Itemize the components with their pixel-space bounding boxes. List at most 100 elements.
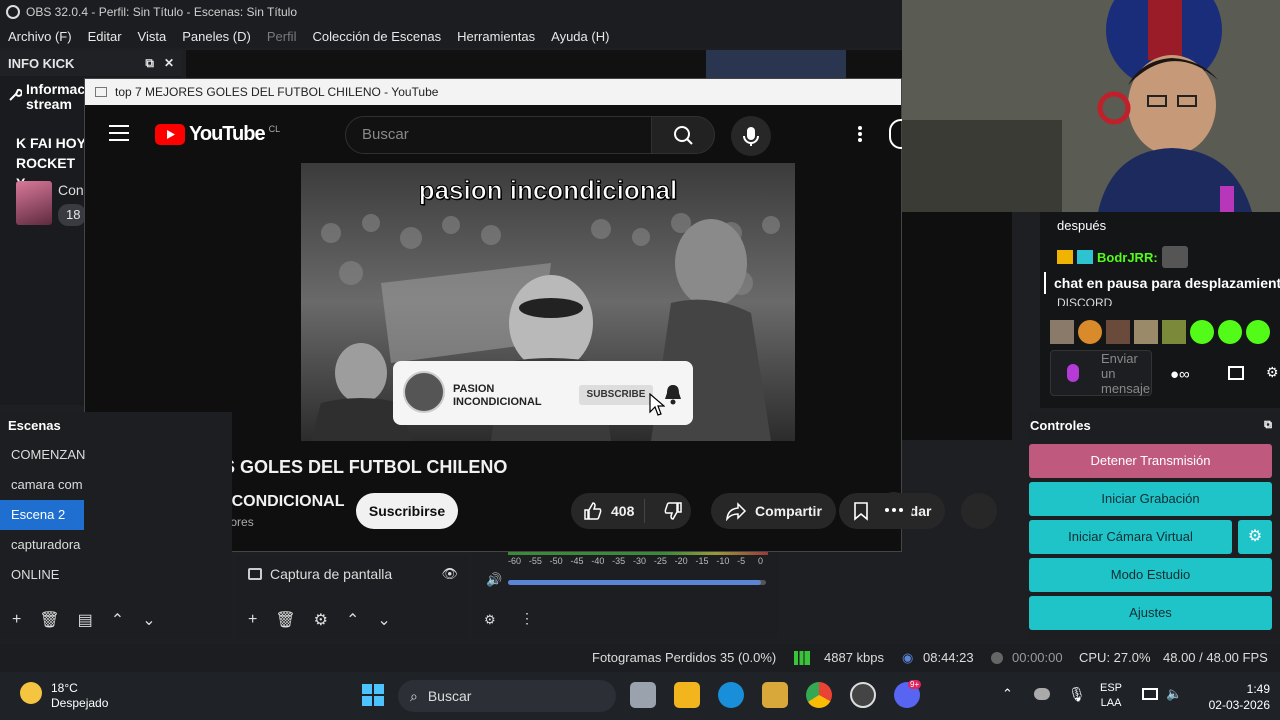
emote-3-icon[interactable]: [1106, 320, 1130, 344]
chat-settings-icon[interactable]: ⚙: [1266, 364, 1279, 381]
youtube-search-input[interactable]: Buscar: [345, 116, 653, 154]
store-app-icon[interactable]: [762, 682, 788, 708]
eye-icon[interactable]: 👁: [441, 566, 458, 582]
window-icon: [95, 87, 107, 97]
dislike-button[interactable]: [653, 501, 683, 521]
emote-5-icon[interactable]: [1162, 320, 1186, 344]
file-explorer-icon[interactable]: [674, 682, 700, 708]
chevron-up-icon[interactable]: ⌃: [111, 610, 124, 630]
youtube-logo[interactable]: YouTube CL: [155, 123, 280, 146]
emote-7-icon[interactable]: [1218, 320, 1242, 344]
network-icon[interactable]: [1142, 688, 1158, 700]
add-source-icon[interactable]: +: [248, 611, 257, 629]
chat-discord-text: DISCORD: [1057, 296, 1113, 306]
remove-source-icon[interactable]: 🗑: [275, 610, 295, 630]
dock-title: INFO KICK: [8, 55, 75, 71]
share-icon: [726, 502, 747, 521]
weather-icon[interactable]: [20, 682, 42, 704]
more-actions-button[interactable]: [961, 493, 997, 529]
more-actions-icon[interactable]: [876, 492, 912, 528]
store-icon[interactable]: [1228, 366, 1244, 380]
status-bar: Fotogramas Perdidos 35 (0.0%) 4887 kbps …: [0, 644, 1280, 672]
chat-placeholder-line-3: mensaje: [1101, 381, 1151, 396]
mixer-menu-icon[interactable]: ⋮: [520, 610, 534, 627]
filter-icon[interactable]: ▤: [78, 610, 93, 630]
fps: 48.00 / 48.00 FPS: [1163, 650, 1268, 665]
controls-title: Controles: [1030, 417, 1091, 433]
source-settings-icon[interactable]: ⚙: [314, 610, 328, 630]
clock[interactable]: 1:49 02-03-2026: [1196, 681, 1270, 713]
close-icon[interactable]: ✕: [164, 56, 174, 71]
settings-button[interactable]: Ajustes: [1029, 596, 1272, 630]
source-up-icon[interactable]: ⌃: [346, 610, 359, 630]
mixer-settings-icon[interactable]: ⚙: [484, 612, 496, 628]
source-down-icon[interactable]: ⌄: [377, 610, 390, 630]
menu-archivo[interactable]: Archivo (F): [0, 29, 80, 44]
chat-input[interactable]: Enviar un mensaje: [1050, 350, 1152, 396]
stop-stream-button[interactable]: Detener Transmisión: [1029, 444, 1272, 478]
float-icon[interactable]: ⧉: [145, 56, 154, 71]
trash-icon[interactable]: 🗑: [39, 610, 59, 630]
start-icon[interactable]: [362, 684, 384, 706]
chat-paused-notice[interactable]: chat en pausa para desplazamient: [1044, 272, 1280, 294]
chrome-icon[interactable]: [806, 682, 832, 708]
tray-chevron-up-icon[interactable]: ⌃: [1002, 686, 1013, 702]
tray-microphone-icon[interactable]: 🎙: [1068, 686, 1086, 703]
menu-perfil[interactable]: Perfil: [259, 29, 305, 44]
emote-2-icon[interactable]: [1078, 320, 1102, 344]
scene-item[interactable]: capturadora: [0, 530, 232, 560]
voice-search-button[interactable]: [731, 116, 771, 156]
more-options-icon[interactable]: [857, 125, 863, 143]
subscribe-button[interactable]: Suscribirse: [356, 493, 458, 529]
scene-item[interactable]: ONLINE: [0, 560, 232, 590]
volume-slider[interactable]: [508, 580, 766, 585]
clock-date: 02-03-2026: [1208, 698, 1270, 712]
video-player[interactable]: pasion incondicional PASION INCONDICIONA…: [301, 163, 795, 441]
emote-8-icon[interactable]: [1246, 320, 1270, 344]
virtual-camera-settings-button[interactable]: ⚙: [1238, 520, 1272, 554]
voice-icon[interactable]: [1067, 364, 1079, 382]
start-virtual-camera-button[interactable]: Iniciar Cámara Virtual: [1029, 520, 1232, 554]
volume-icon[interactable]: 🔈: [1166, 686, 1182, 702]
menu-editar[interactable]: Editar: [80, 29, 130, 44]
chevron-down-icon[interactable]: ⌄: [142, 610, 155, 630]
float-icon[interactable]: ⧉: [1264, 419, 1272, 432]
like-button[interactable]: 408: [571, 499, 645, 523]
cloud-icon[interactable]: [1034, 688, 1050, 700]
studio-mode-button[interactable]: Modo Estudio: [1029, 558, 1272, 592]
chat-actions-icon[interactable]: ●∞: [1170, 366, 1190, 383]
thumbs-up-icon: [584, 502, 602, 520]
youtube-search-button[interactable]: [651, 116, 715, 154]
stream-time: 08:44:23: [923, 650, 974, 665]
language-indicator[interactable]: ESP LAA: [1100, 681, 1122, 711]
emote-1-icon[interactable]: [1050, 320, 1074, 344]
menu-paneles[interactable]: Paneles (D): [174, 29, 259, 44]
scene-item[interactable]: camara com: [0, 470, 232, 500]
webcam-overlay: [902, 0, 1280, 212]
start-recording-button[interactable]: Iniciar Grabación: [1029, 482, 1272, 516]
info-label: Informac stream: [26, 82, 85, 112]
menu-ayuda[interactable]: Ayuda (H): [543, 29, 617, 44]
speaker-icon[interactable]: 🔊: [486, 572, 502, 588]
share-button[interactable]: Compartir: [711, 493, 836, 529]
scene-item[interactable]: COMENZAN: [0, 440, 232, 470]
chat-username[interactable]: BodrJRR:: [1097, 250, 1158, 265]
scene-item-selected[interactable]: Escena 2: [0, 500, 84, 530]
emote-6-icon[interactable]: [1190, 320, 1214, 344]
menu-icon[interactable]: [109, 125, 129, 141]
menu-vista[interactable]: Vista: [130, 29, 175, 44]
emote-4-icon[interactable]: [1134, 320, 1158, 344]
controls-panel: Controles ⧉ Detener Transmisión Iniciar …: [1028, 412, 1280, 638]
meter-tick-label: -25: [653, 556, 667, 566]
edge-icon[interactable]: [718, 682, 744, 708]
taskbar-search[interactable]: ⌕ Buscar: [398, 680, 616, 712]
menu-herramientas[interactable]: Herramientas: [449, 29, 543, 44]
menu-coleccion-escenas[interactable]: Colección de Escenas: [304, 29, 449, 44]
obs-icon[interactable]: [850, 682, 876, 708]
add-icon[interactable]: +: [12, 611, 21, 629]
monitor-icon: [248, 568, 262, 580]
volume-slider-fill: [508, 580, 761, 585]
task-view-icon[interactable]: [630, 682, 656, 708]
source-item[interactable]: Captura de pantalla 👁: [248, 566, 468, 582]
weather-widget[interactable]: 18°C Despejado: [51, 681, 108, 711]
